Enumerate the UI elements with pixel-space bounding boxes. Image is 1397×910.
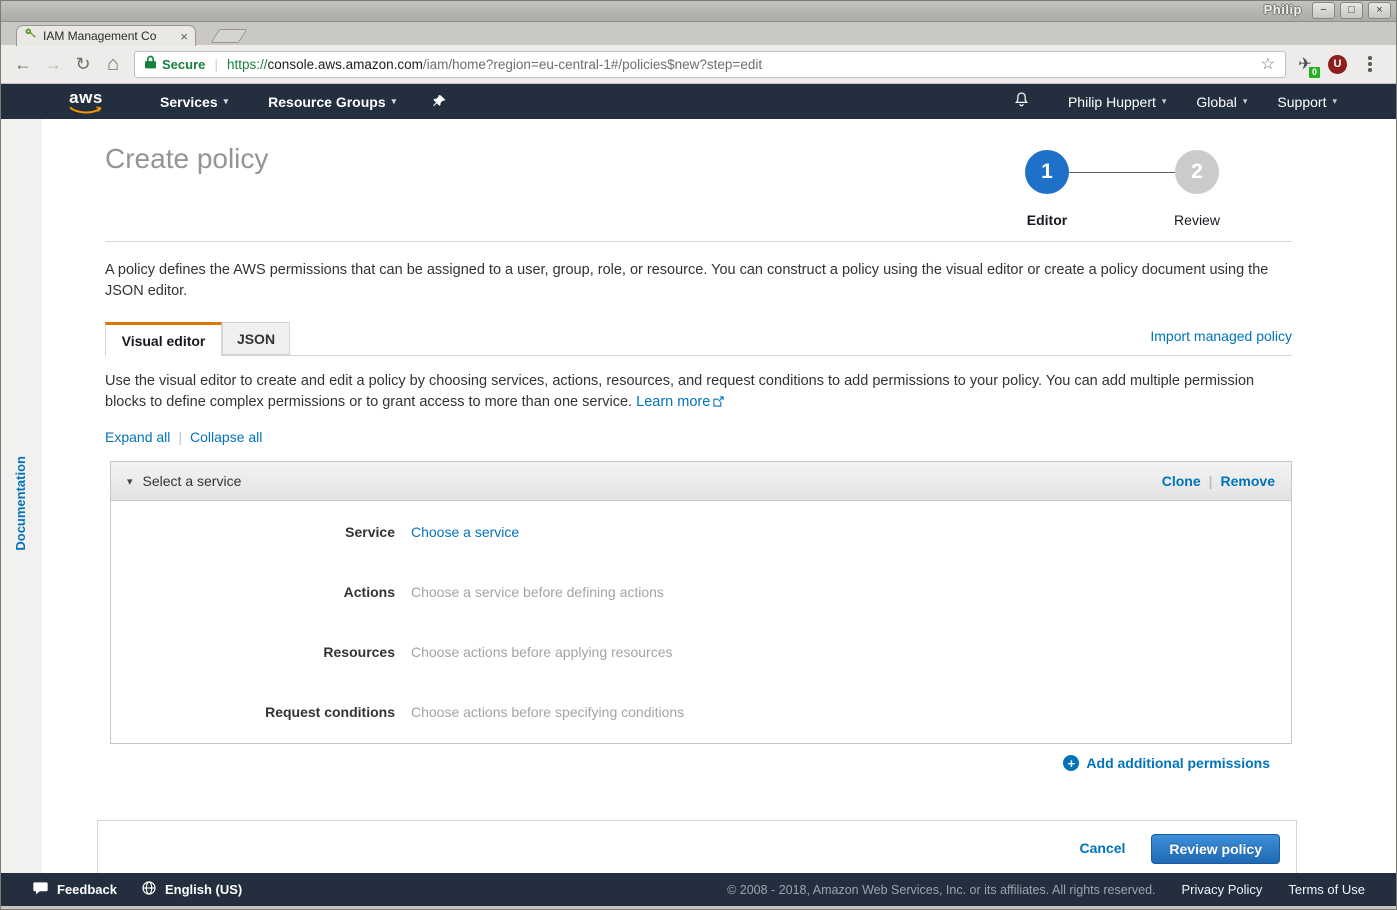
tabs-underline — [105, 355, 1292, 356]
chevron-down-icon: ▾ — [1332, 96, 1337, 107]
url-domain: console.aws.amazon.com — [268, 57, 423, 72]
header-divider — [105, 241, 1292, 242]
learn-more-link[interactable]: Learn more — [636, 394, 710, 410]
remove-link[interactable]: Remove — [1221, 473, 1275, 489]
window-title: Philip — [1264, 2, 1302, 17]
bookmark-star-icon[interactable]: ☆ — [1261, 54, 1275, 74]
tab-close-icon[interactable]: × — [180, 30, 188, 43]
expand-collapse-controls: Expand all | Collapse all — [105, 429, 262, 445]
refresh-button[interactable]: ↻ — [68, 54, 98, 75]
url-scheme: https:// — [227, 57, 268, 72]
window-titlebar: Philip − □ × — [0, 0, 1397, 22]
browser-tab-strip: IAM Management Co × — [0, 22, 1397, 45]
privacy-policy-link[interactable]: Privacy Policy — [1182, 882, 1263, 897]
main-content: Create policy 1 Editor 2 Review A policy… — [42, 119, 1397, 873]
terms-of-use-link[interactable]: Terms of Use — [1288, 882, 1365, 897]
extension-badge: 0 — [1309, 67, 1320, 78]
secure-label[interactable]: Secure — [162, 57, 205, 72]
external-link-icon — [713, 393, 724, 414]
console-footer: Feedback English (US) © 2008 - 2018, Ama… — [0, 873, 1397, 906]
policy-intro-text: A policy defines the AWS permissions tha… — [105, 260, 1292, 302]
action-bar: Cancel Review policy — [97, 820, 1297, 873]
choose-a-service-link[interactable]: Choose a service — [411, 524, 519, 540]
resources-placeholder: Choose actions before applying resources — [411, 644, 673, 660]
url-path: /iam/home?region=eu-central-1#/policies$… — [423, 57, 762, 72]
user-menu[interactable]: Philip Huppert▾ — [1068, 94, 1166, 110]
left-sidebar: Documentation — [0, 119, 42, 873]
globe-icon — [141, 880, 157, 899]
request-conditions-row: Request conditions Choose actions before… — [111, 682, 1291, 742]
feedback-button[interactable]: Feedback — [32, 881, 117, 899]
home-button[interactable]: ⌂ — [98, 53, 128, 76]
resource-groups-menu[interactable]: Resource Groups▾ — [268, 94, 396, 110]
clone-link[interactable]: Clone — [1162, 473, 1201, 489]
panel-header[interactable]: ▾ Select a service Clone | Remove — [110, 461, 1292, 501]
page-title: Create policy — [105, 143, 268, 175]
forward-button[interactable]: → — [38, 54, 68, 75]
tab-visual-editor[interactable]: Visual editor — [105, 322, 222, 356]
collapse-all-link[interactable]: Collapse all — [190, 429, 262, 445]
visual-editor-intro-text: Use the visual editor to create and edit… — [105, 371, 1292, 414]
collapse-caret-icon[interactable]: ▾ — [127, 475, 133, 488]
browser-tab[interactable]: IAM Management Co × — [16, 25, 196, 46]
panel-body: Service Choose a service Actions Choose … — [110, 501, 1292, 744]
chevron-down-icon: ▾ — [224, 96, 229, 107]
new-tab-button[interactable] — [211, 29, 248, 43]
tab-title: IAM Management Co — [43, 29, 174, 43]
chat-bubble-icon — [32, 881, 49, 899]
language-selector[interactable]: English (US) — [141, 880, 242, 899]
link-separator: | — [178, 429, 182, 445]
expand-all-link[interactable]: Expand all — [105, 429, 170, 445]
actions-placeholder: Choose a service before defining actions — [411, 584, 664, 600]
url-separator: | — [214, 56, 218, 72]
url-text[interactable]: https://console.aws.amazon.com/iam/home?… — [227, 57, 1253, 72]
pin-icon[interactable] — [432, 94, 447, 109]
service-row: Service Choose a service — [111, 502, 1291, 562]
lock-icon — [145, 55, 156, 74]
chevron-down-icon: ▾ — [1162, 96, 1167, 107]
chevron-down-icon: ▾ — [392, 96, 397, 107]
aws-logo[interactable]: aws — [68, 89, 104, 115]
step-editor: 1 Editor — [1003, 150, 1091, 228]
panel-title: Select a service — [143, 473, 242, 489]
extension-plane-icon[interactable]: ✈0 — [1294, 54, 1316, 74]
chevron-down-icon: ▾ — [1243, 96, 1248, 107]
step-2-circle: 2 — [1175, 150, 1219, 194]
import-managed-policy-link[interactable]: Import managed policy — [1150, 328, 1292, 344]
region-menu[interactable]: Global▾ — [1196, 94, 1247, 110]
copyright-text: © 2008 - 2018, Amazon Web Services, Inc.… — [727, 883, 1155, 897]
resources-row: Resources Choose actions before applying… — [111, 622, 1291, 682]
services-menu[interactable]: Services▾ — [160, 94, 228, 110]
step-1-circle: 1 — [1025, 150, 1069, 194]
step-review: 2 Review — [1153, 150, 1241, 228]
select-service-panel: ▾ Select a service Clone | Remove Service … — [110, 461, 1292, 744]
browser-toolbar: ← → ↻ ⌂ Secure | https://console.aws.ama… — [0, 45, 1397, 84]
support-menu[interactable]: Support▾ — [1277, 94, 1337, 110]
add-additional-permissions-link[interactable]: + Add additional permissions — [1063, 755, 1270, 771]
notifications-bell-icon[interactable] — [1013, 90, 1030, 113]
request-conditions-placeholder: Choose actions before specifying conditi… — [411, 704, 684, 720]
browser-menu-button[interactable] — [1359, 56, 1381, 72]
step-indicator: 1 Editor 2 Review — [1003, 150, 1263, 225]
cancel-button[interactable]: Cancel — [1079, 840, 1125, 856]
back-button[interactable]: ← — [8, 54, 38, 75]
aws-navbar: aws Services▾ Resource Groups▾ Philip Hu… — [0, 84, 1397, 119]
link-separator: | — [1209, 473, 1213, 489]
iam-key-favicon-icon — [24, 27, 37, 45]
extension-ublock-icon[interactable]: U — [1328, 55, 1347, 74]
address-bar[interactable]: Secure | https://console.aws.amazon.com/… — [134, 51, 1286, 78]
review-policy-button[interactable]: Review policy — [1151, 834, 1280, 864]
close-button[interactable]: × — [1368, 2, 1391, 19]
actions-row: Actions Choose a service before defining… — [111, 562, 1291, 622]
tab-json[interactable]: JSON — [222, 322, 290, 355]
maximize-button[interactable]: □ — [1340, 2, 1363, 19]
plus-circle-icon: + — [1063, 755, 1079, 771]
aws-smile-icon — [68, 106, 104, 115]
window-bottom-edge — [0, 906, 1397, 910]
documentation-link[interactable]: Documentation — [13, 456, 28, 551]
minimize-button[interactable]: − — [1312, 2, 1335, 19]
